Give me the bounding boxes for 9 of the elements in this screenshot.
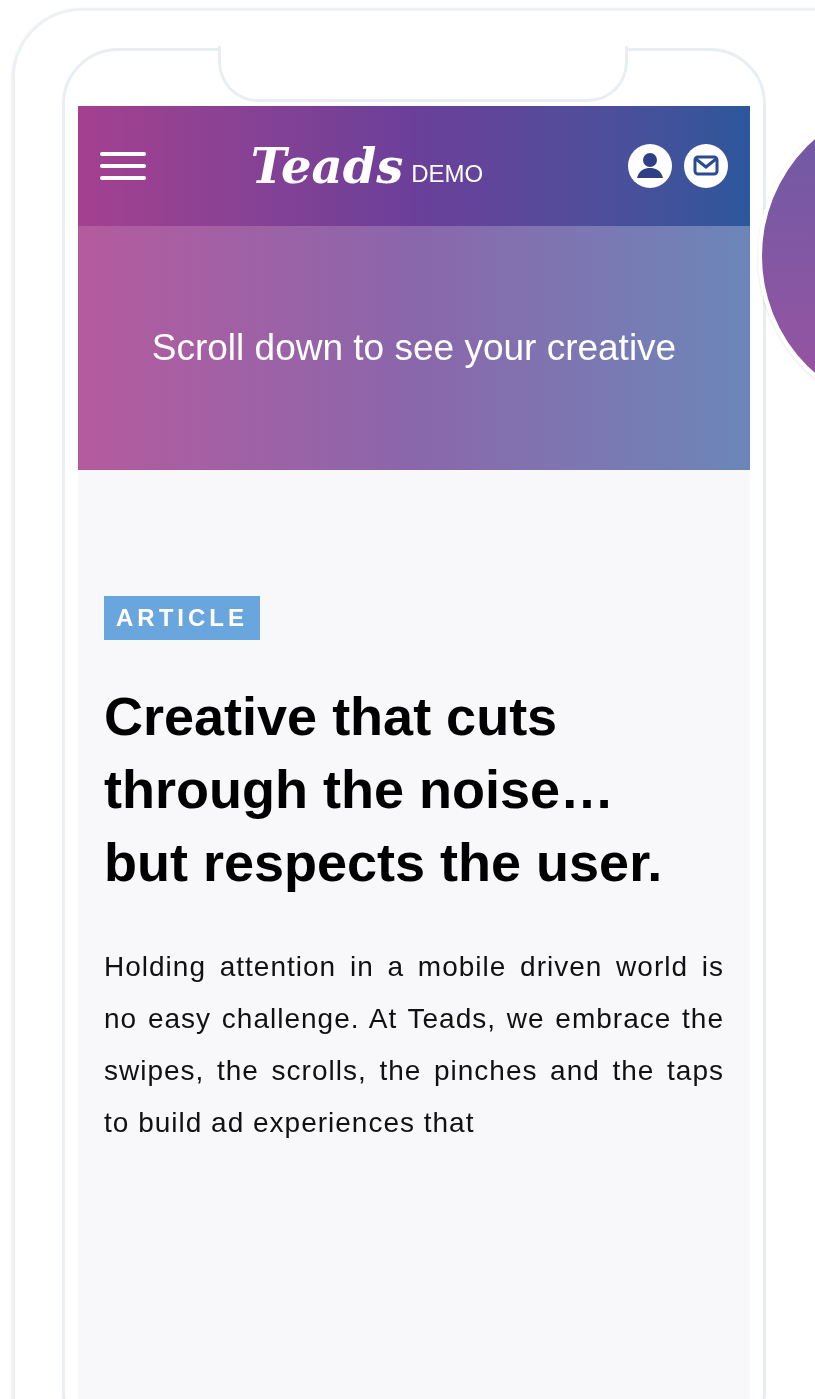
logo[interactable]: Teads bbox=[250, 142, 404, 190]
user-icon[interactable] bbox=[628, 144, 672, 188]
article-title: Creative that cuts through the noise… but respects the user. bbox=[104, 685, 664, 894]
logo-suffix: DEMO bbox=[411, 162, 484, 189]
hero-text: Scroll down to see your creative bbox=[151, 326, 677, 371]
article-body: Holding attention in a mobile driven world is no easy challenge. At Teads, we embrace the swipes, the scrolls, the pinches and the taps to build ad experiences that bbox=[104, 950, 724, 1140]
mail-icon[interactable] bbox=[684, 144, 728, 188]
article-tag: ARTICLE bbox=[104, 596, 260, 640]
menu-icon[interactable] bbox=[100, 151, 146, 181]
